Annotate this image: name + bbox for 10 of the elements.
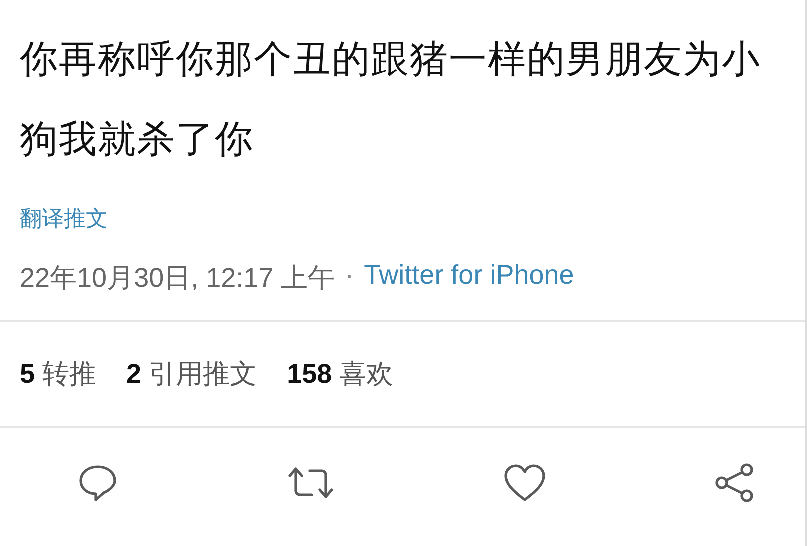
tweet-text: 你再称呼你那个丑的跟猪一样的男朋友为小狗我就杀了你 (19, 38, 762, 163)
stat-count[interactable]: 5 转推 (20, 356, 97, 392)
timestamp: 22年10月30日, 12:17 上午 (20, 262, 336, 295)
source-link[interactable]: Twitter for iPhone (364, 260, 574, 291)
translate-link[interactable]: 翻译推文 (20, 204, 108, 234)
stat-count[interactable]: 158 喜欢 (287, 356, 394, 392)
retweet-icon[interactable] (286, 465, 336, 501)
heart-icon[interactable] (502, 463, 547, 503)
separator: · (345, 260, 354, 291)
stat-count[interactable]: 2 引用推文 (126, 356, 258, 392)
